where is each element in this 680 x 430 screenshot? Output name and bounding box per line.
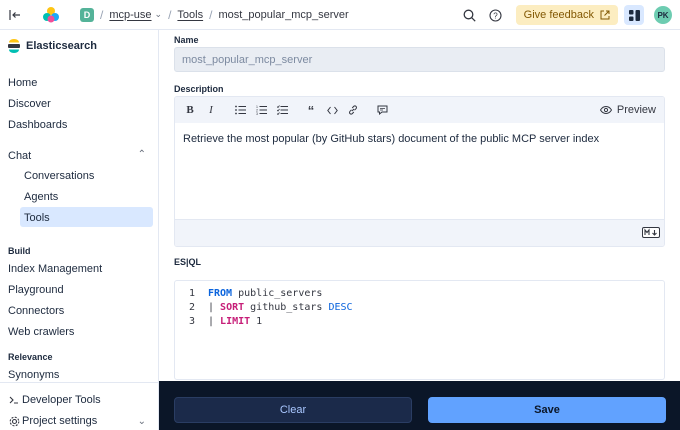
top-bar: D / mcp-use ⌄ / Tools / most_popular_mcp… (0, 0, 680, 30)
sidebar-item-dashboards[interactable]: Dashboards (8, 119, 67, 131)
breadcrumb-tools[interactable]: Tools (177, 9, 203, 21)
markdown-toolbar: B I 123 “ Preview (175, 97, 664, 123)
sidebar-item-project-settings[interactable]: Project settings (8, 415, 97, 427)
description-editor: B I 123 “ Preview Retrieve the most popu… (174, 96, 665, 247)
console-icon (8, 395, 20, 405)
developer-tools-label: Developer Tools (22, 394, 101, 406)
preview-label: Preview (616, 104, 656, 116)
bold-icon[interactable]: B (181, 101, 199, 119)
code-icon[interactable] (323, 101, 341, 119)
external-link-icon (600, 10, 610, 20)
pipe-token: | (208, 302, 221, 313)
sidebar-item-home[interactable]: Home (8, 77, 37, 89)
markdown-icon[interactable] (642, 227, 660, 238)
breadcrumb-separator: / (100, 7, 104, 22)
help-icon[interactable]: ? (486, 5, 506, 25)
elasticsearch-logo-icon (8, 39, 20, 53)
svg-text:3: 3 (256, 112, 258, 115)
line-number: 3 (188, 316, 195, 327)
chevron-down-icon[interactable]: ⌄ (155, 9, 163, 20)
breadcrumb-separator: / (168, 7, 172, 22)
code-token: 1 (250, 316, 263, 327)
line-number: 2 (188, 302, 195, 313)
quote-icon[interactable]: “ (302, 101, 320, 119)
sidebar-section-build: Build (8, 246, 31, 256)
sidebar-item-agents[interactable]: Agents (24, 191, 58, 203)
code-line-1: 1 FROM public_servers (175, 288, 322, 299)
sidebar-item-discover[interactable]: Discover (8, 98, 51, 110)
esql-editor[interactable]: 1 FROM public_servers 2 | SORT github_star… (174, 280, 665, 380)
code-token: github_stars (244, 302, 329, 313)
description-label: Description (174, 84, 224, 94)
code-line-3: 3 | LIMIT 1 (175, 316, 262, 327)
app-menu-icon[interactable] (624, 5, 644, 25)
sidebar-section-relevance: Relevance (8, 352, 53, 362)
clear-button[interactable]: Clear (174, 397, 412, 423)
breadcrumb-separator: / (209, 7, 213, 22)
sidebar-header[interactable]: Elasticsearch (8, 39, 97, 53)
task-list-icon[interactable] (273, 101, 291, 119)
sidebar-item-web-crawlers[interactable]: Web crawlers (8, 326, 74, 338)
keyword-limit: LIMIT (220, 316, 251, 327)
elastic-logo-icon[interactable] (42, 6, 60, 24)
description-textarea[interactable]: Retrieve the most popular (by GitHub sta… (183, 133, 599, 145)
save-button[interactable]: Save (428, 397, 666, 423)
comment-icon[interactable] (373, 101, 391, 119)
sidebar-item-connectors[interactable]: Connectors (8, 305, 64, 317)
code-line-2: 2 | SORT github_stars DESC (175, 302, 353, 313)
sidebar-item-conversations[interactable]: Conversations (24, 170, 94, 182)
preview-button[interactable]: Preview (599, 97, 656, 123)
bottom-action-bar: Clear Save (159, 381, 680, 430)
sidebar-item-developer-tools[interactable]: Developer Tools (8, 394, 101, 406)
chevron-down-icon[interactable]: ⌄ (138, 416, 146, 427)
search-icon[interactable] (460, 5, 480, 25)
name-label: Name (174, 35, 199, 45)
sidebar-item-index-management[interactable]: Index Management (8, 263, 102, 275)
user-avatar[interactable]: PK (654, 6, 672, 24)
ordered-list-icon[interactable]: 123 (252, 101, 270, 119)
sidebar-footer: Developer Tools Project settings ⌄ (0, 382, 158, 430)
keyword-from: FROM (208, 288, 233, 299)
sidebar-title: Elasticsearch (26, 40, 97, 52)
chevron-up-icon[interactable]: ⌃ (138, 149, 146, 160)
sidebar-item-tools[interactable]: Tools (24, 212, 50, 224)
link-icon[interactable] (344, 101, 362, 119)
line-number: 1 (188, 288, 195, 299)
name-field[interactable]: most_popular_mcp_server (174, 47, 665, 72)
keyword-sort: SORT (220, 302, 245, 313)
unordered-list-icon[interactable] (231, 101, 249, 119)
pipe-token: | (208, 316, 221, 327)
sidebar-item-synonyms[interactable]: Synonyms (8, 369, 59, 381)
breadcrumb-current: most_popular_mcp_server (218, 8, 349, 21)
project-settings-label: Project settings (22, 415, 98, 427)
space-avatar[interactable]: D (80, 7, 94, 22)
tool-edit-form: Name most_popular_mcp_server Description… (159, 30, 680, 430)
collapse-nav-icon[interactable] (8, 8, 22, 22)
description-footer (175, 219, 664, 246)
code-token: public_servers (232, 288, 323, 299)
breadcrumb-project[interactable]: mcp-use (109, 9, 151, 21)
svg-text:?: ? (493, 11, 498, 20)
keyword-desc: DESC (328, 302, 353, 313)
gear-icon (8, 416, 20, 427)
sidebar: Elasticsearch Home Discover Dashboards C… (0, 30, 159, 430)
give-feedback-label: Give feedback (523, 9, 594, 21)
eye-icon (599, 106, 612, 114)
italic-icon[interactable]: I (202, 101, 220, 119)
sidebar-item-playground[interactable]: Playground (8, 284, 64, 296)
sidebar-item-chat[interactable]: Chat (8, 150, 31, 162)
give-feedback-button[interactable]: Give feedback (515, 5, 618, 25)
esql-label: ES|QL (174, 257, 202, 267)
